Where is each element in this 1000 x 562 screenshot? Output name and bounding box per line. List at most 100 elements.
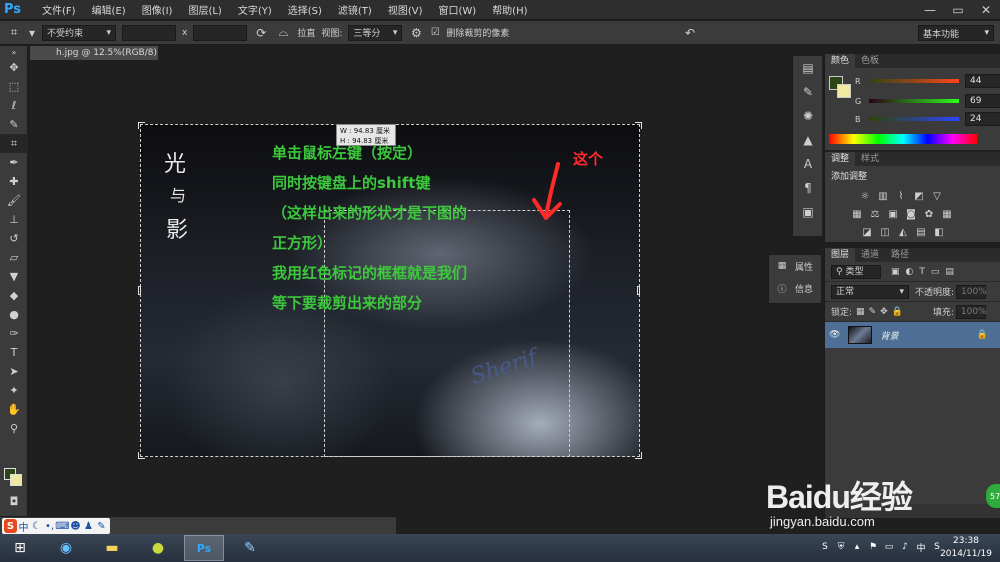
brightness-icon[interactable]: ☼ bbox=[857, 189, 873, 203]
levels-icon[interactable]: ▥ bbox=[875, 189, 891, 203]
lock-image-icon[interactable]: ✎ bbox=[869, 307, 877, 317]
pen-tool-icon[interactable]: ✑ bbox=[0, 324, 28, 343]
overlay-view-select[interactable]: 三等分 ▾ bbox=[348, 24, 403, 41]
tab-layers[interactable]: 图层 bbox=[825, 248, 856, 262]
sogou-logo-icon[interactable]: S bbox=[4, 519, 17, 533]
type-tool-icon[interactable]: T bbox=[0, 343, 28, 362]
quick-select-tool-icon[interactable]: ✎ bbox=[0, 115, 28, 134]
green-slider[interactable] bbox=[869, 99, 959, 103]
document-tab[interactable]: h.jpg @ 12.5%(RGB/8) bbox=[30, 46, 158, 60]
tab-swatches[interactable]: 色板 bbox=[855, 54, 885, 68]
curves-icon[interactable]: ⌇ bbox=[893, 189, 909, 203]
menu-image[interactable]: 图像(I) bbox=[134, 2, 181, 17]
posterize-icon[interactable]: ◫ bbox=[877, 225, 893, 239]
paragraph-icon[interactable]: ¶ bbox=[793, 176, 823, 200]
eraser-tool-icon[interactable]: ▱ bbox=[0, 248, 28, 267]
photo-filter-icon[interactable]: ◙ bbox=[903, 207, 919, 221]
properties-button[interactable]: ▦ 属性 bbox=[769, 255, 821, 277]
hand-tool-icon[interactable]: ✋ bbox=[0, 400, 28, 419]
filter-smart-icon[interactable]: ▤ bbox=[945, 267, 954, 277]
selective-color-icon[interactable]: ◧ bbox=[931, 225, 947, 239]
zoom-tool-icon[interactable]: ⚲ bbox=[0, 419, 28, 438]
layer-row[interactable]: 👁 背景 🔒 bbox=[825, 322, 1000, 348]
shield-icon[interactable]: ⛨ bbox=[834, 540, 848, 554]
blend-mode-select[interactable]: 正常 ▾ bbox=[831, 284, 909, 299]
character-icon[interactable]: A bbox=[793, 152, 823, 176]
red-slider[interactable] bbox=[869, 79, 959, 83]
blur-tool-icon[interactable]: ◆ bbox=[0, 286, 28, 305]
crop-tool-icon[interactable]: ⌗ bbox=[0, 134, 28, 153]
swap-icon[interactable]: ⟳ bbox=[253, 25, 269, 41]
flag-icon[interactable]: ⚑ bbox=[866, 540, 880, 554]
width-input[interactable] bbox=[122, 24, 176, 41]
histogram-icon[interactable]: ▲ bbox=[793, 128, 823, 152]
notes-icon[interactable]: ▣ bbox=[793, 200, 823, 224]
expand-tray-icon[interactable]: ▴ bbox=[850, 540, 864, 554]
straighten-label[interactable]: 拉直 bbox=[297, 26, 315, 39]
wrench-icon[interactable]: ✎ bbox=[95, 519, 108, 533]
straighten-icon[interactable]: ⌓ bbox=[275, 25, 291, 41]
clone-stamp-tool-icon[interactable]: ⊥ bbox=[0, 210, 28, 229]
color-lookup-icon[interactable]: ▦ bbox=[939, 207, 955, 221]
height-input[interactable] bbox=[193, 24, 248, 41]
ratio-select[interactable]: 不受约束 ▾ bbox=[42, 24, 116, 41]
paint-bucket-tool-icon[interactable]: ▼ bbox=[0, 267, 28, 286]
marquee-tool-icon[interactable]: ⬚ bbox=[0, 77, 28, 96]
history-icon[interactable]: ▤ bbox=[793, 56, 823, 80]
background-color-swatch[interactable] bbox=[10, 474, 22, 486]
blue-slider[interactable] bbox=[869, 117, 959, 121]
lock-all-icon[interactable]: 🔒 bbox=[892, 307, 903, 317]
speed-badge[interactable]: 57 bbox=[986, 484, 1000, 508]
restore-button[interactable]: ▭ bbox=[944, 0, 972, 20]
crop-handle-right[interactable] bbox=[637, 286, 640, 295]
threshold-icon[interactable]: ◭ bbox=[895, 225, 911, 239]
menu-select[interactable]: 选择(S) bbox=[280, 2, 330, 17]
language-icon[interactable]: 中 bbox=[914, 540, 928, 554]
filter-pixel-icon[interactable]: ▣ bbox=[891, 267, 900, 277]
brush-settings-icon[interactable]: ✎ bbox=[793, 80, 823, 104]
fill-input[interactable]: 100% bbox=[955, 304, 987, 319]
channel-mixer-icon[interactable]: ✿ bbox=[921, 207, 937, 221]
clock[interactable]: 23:38 2014/11/19 bbox=[938, 534, 994, 562]
ie-taskbar-icon[interactable]: ◉ bbox=[46, 535, 86, 561]
filter-adjust-icon[interactable]: ◐ bbox=[906, 267, 914, 277]
start-button[interactable]: ⊞ bbox=[0, 535, 40, 561]
red-value-input[interactable]: 44 bbox=[965, 74, 1000, 88]
vibrance-icon[interactable]: ▽ bbox=[929, 189, 945, 203]
paint-taskbar-icon[interactable]: ✎ bbox=[230, 535, 270, 561]
tool-preset-dropdown-icon[interactable]: ▾ bbox=[28, 25, 36, 41]
info-button[interactable]: ⓘ 信息 bbox=[769, 277, 821, 299]
healing-brush-tool-icon[interactable]: ✚ bbox=[0, 172, 28, 191]
menu-filter[interactable]: 滤镜(T) bbox=[330, 2, 380, 17]
exposure-icon[interactable]: ◩ bbox=[911, 189, 927, 203]
user-icon[interactable]: ☻ bbox=[69, 519, 82, 533]
dodge-tool-icon[interactable]: ● bbox=[0, 305, 28, 324]
menu-view[interactable]: 视图(V) bbox=[380, 2, 431, 17]
crop-handle-left[interactable] bbox=[138, 286, 141, 295]
crop-handle-tl[interactable] bbox=[138, 122, 145, 129]
panel-background-swatch[interactable] bbox=[837, 84, 851, 98]
tab-adjustments[interactable]: 调整 bbox=[825, 152, 856, 166]
blue-value-input[interactable]: 24 bbox=[965, 112, 1000, 126]
crop-tool-icon[interactable]: ⌗ bbox=[6, 25, 22, 41]
layer-filter-select[interactable]: ⚲ 类型 bbox=[831, 264, 881, 279]
moon-icon[interactable]: ☾ bbox=[30, 519, 43, 533]
color-spectrum[interactable] bbox=[829, 134, 977, 144]
green-value-input[interactable]: 69 bbox=[965, 94, 1000, 108]
brush-tool-icon[interactable]: 🖌 bbox=[0, 191, 28, 210]
bridge-taskbar-icon[interactable]: ● bbox=[138, 535, 178, 561]
filter-shape-icon[interactable]: ▭ bbox=[931, 267, 940, 277]
invert-icon[interactable]: ◪ bbox=[859, 225, 875, 239]
network-icon[interactable]: ▭ bbox=[882, 540, 896, 554]
hue-saturation-icon[interactable]: ▦ bbox=[849, 207, 865, 221]
filter-type-icon[interactable]: T bbox=[919, 267, 925, 277]
quick-mask-icon[interactable]: ◘ bbox=[0, 492, 28, 511]
menu-help[interactable]: 帮助(H) bbox=[484, 2, 535, 17]
opacity-input[interactable]: 100% bbox=[956, 284, 987, 299]
skin-icon[interactable]: ♟ bbox=[82, 519, 95, 533]
menu-file[interactable]: 文件(F) bbox=[34, 2, 84, 17]
punctuation-icon[interactable]: •, bbox=[43, 519, 56, 533]
photoshop-taskbar-icon[interactable]: Ps bbox=[184, 535, 224, 561]
volume-icon[interactable]: ♪ bbox=[898, 540, 912, 554]
color-balance-icon[interactable]: ⚖ bbox=[867, 207, 883, 221]
